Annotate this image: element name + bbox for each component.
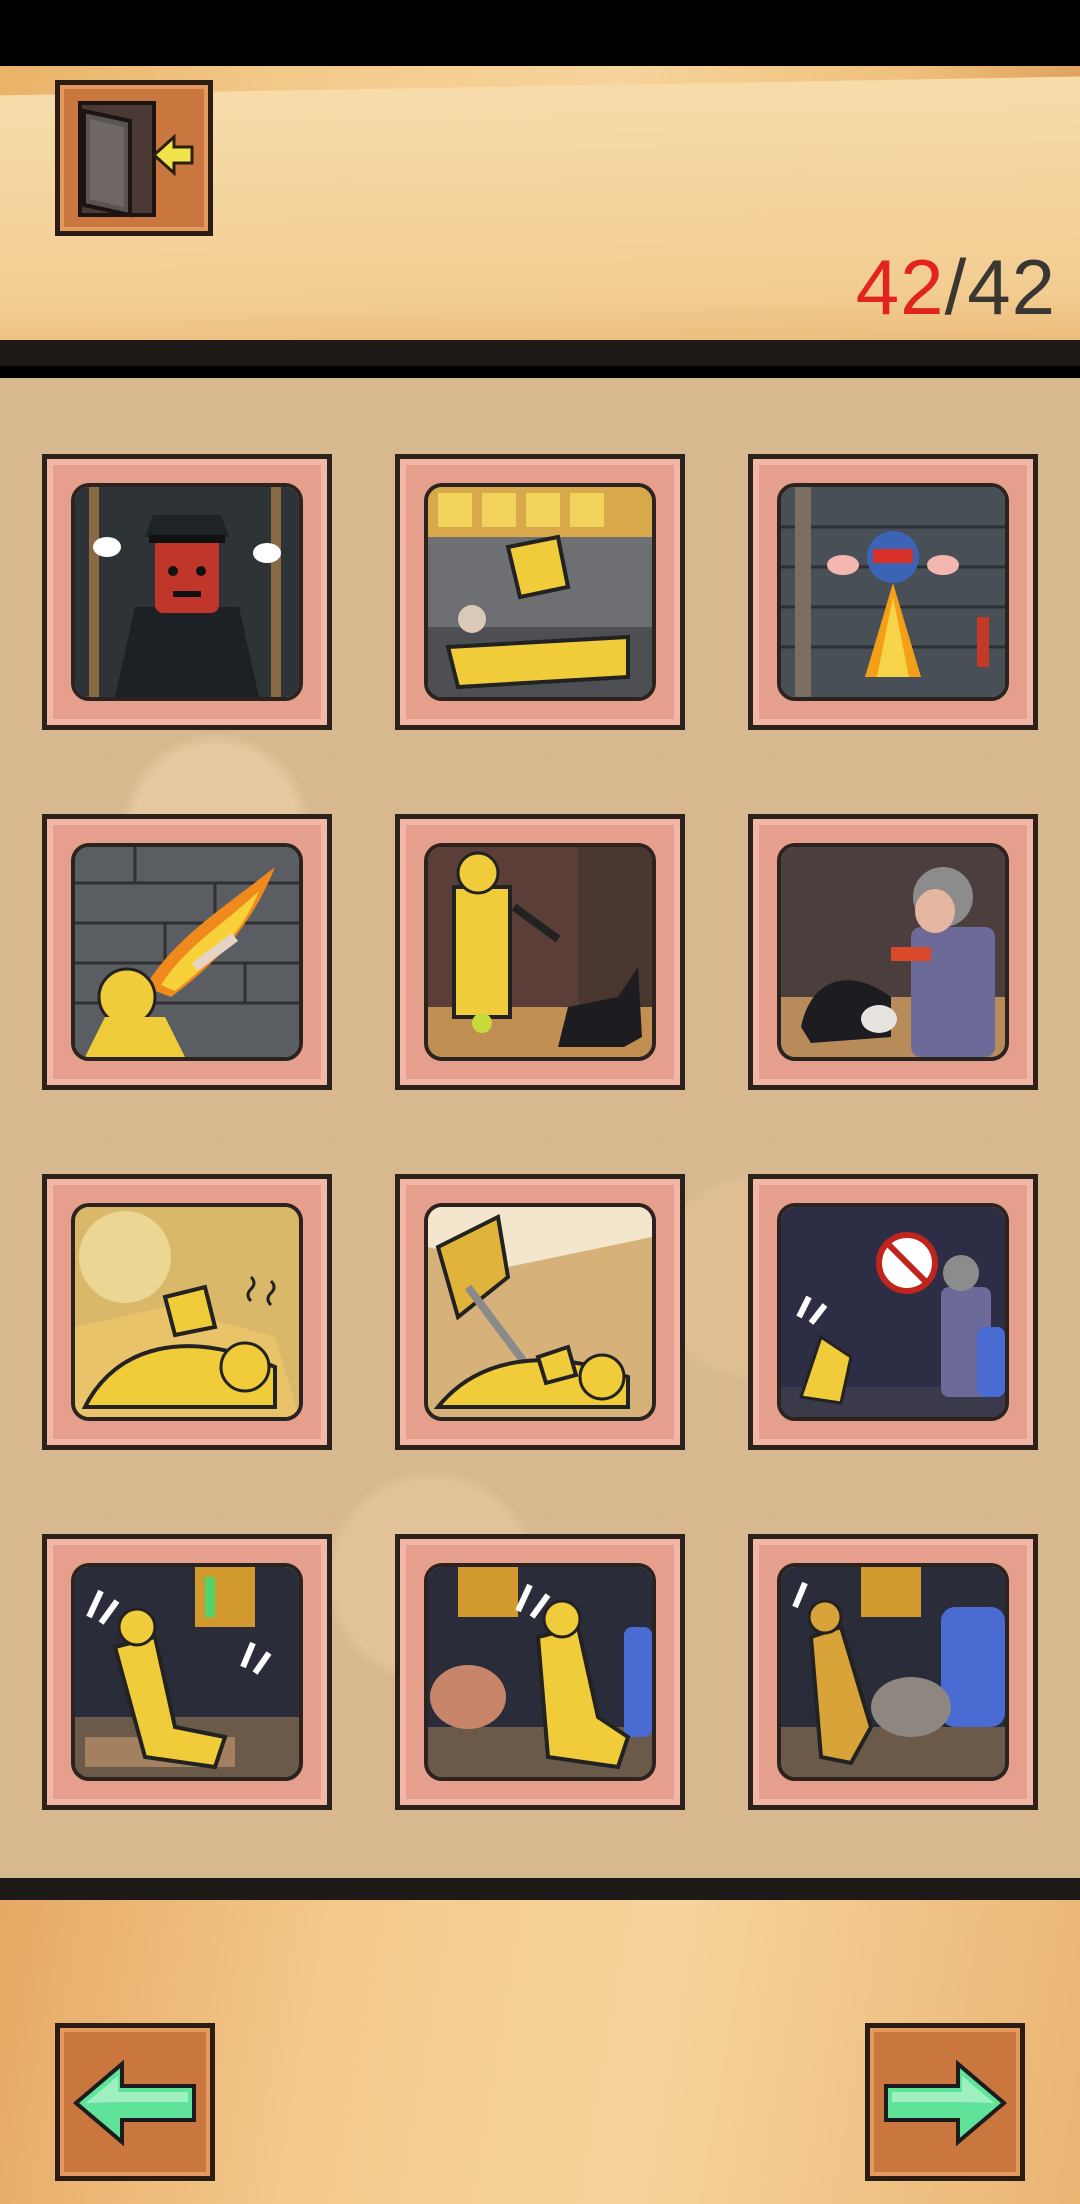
next-page-button[interactable] (865, 2023, 1025, 2181)
scene-image (71, 843, 303, 1061)
gallery-card[interactable] (42, 454, 332, 730)
scene-image (777, 1563, 1009, 1781)
scene-image (424, 1203, 656, 1421)
gallery-board (0, 378, 1080, 1878)
header-edge (0, 340, 1080, 366)
arrow-right-icon (884, 2059, 1008, 2147)
gallery-card[interactable] (42, 1534, 332, 1810)
scene-image (777, 843, 1009, 1061)
scene-image (777, 1203, 1009, 1421)
scene-image (71, 483, 303, 701)
scene-image (424, 1563, 656, 1781)
exit-button[interactable] (55, 80, 213, 236)
gallery-card[interactable] (395, 814, 685, 1090)
exit-door-icon (78, 101, 194, 218)
gallery-card[interactable] (42, 814, 332, 1090)
gallery-card[interactable] (748, 1534, 1038, 1810)
gallery-card[interactable] (395, 1174, 685, 1450)
counter-separator: / (944, 243, 968, 331)
footer-edge (0, 1878, 1080, 1900)
status-bar (0, 0, 1080, 66)
scene-image (424, 843, 656, 1061)
gallery-card[interactable] (42, 1174, 332, 1450)
counter-current: 42 (855, 243, 945, 331)
prev-page-button[interactable] (55, 2023, 215, 2181)
scene-image (777, 483, 1009, 701)
arrow-left-icon (72, 2059, 196, 2147)
gallery-card[interactable] (748, 814, 1038, 1090)
progress-counter: 42/42 (856, 248, 1056, 326)
counter-total: 42 (967, 243, 1056, 331)
gallery-card[interactable] (395, 1534, 685, 1810)
scene-image (71, 1203, 303, 1421)
scene-image (424, 483, 656, 701)
scene-image (71, 1563, 303, 1781)
gallery-card[interactable] (748, 454, 1038, 730)
gallery-card[interactable] (395, 454, 685, 730)
gallery-card[interactable] (748, 1174, 1038, 1450)
